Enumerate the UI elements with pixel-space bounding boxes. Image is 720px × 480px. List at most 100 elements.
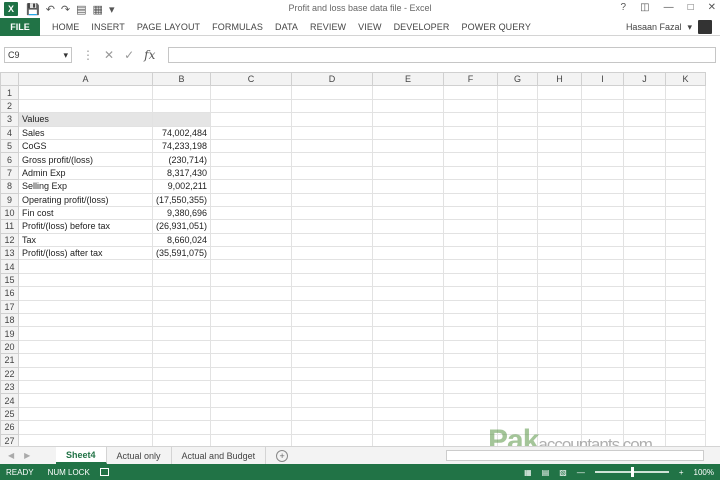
- cell[interactable]: [537, 152, 583, 167]
- tab-page-layout[interactable]: PAGE LAYOUT: [137, 22, 200, 32]
- tab-file[interactable]: FILE: [0, 17, 40, 36]
- cell[interactable]: [497, 85, 539, 100]
- cell-b[interactable]: [151, 112, 212, 127]
- cell[interactable]: [581, 406, 625, 422]
- cell[interactable]: [291, 299, 374, 315]
- cell[interactable]: [537, 98, 583, 114]
- cell[interactable]: [443, 259, 499, 274]
- tab-home[interactable]: HOME: [52, 22, 79, 32]
- row-header[interactable]: 20: [0, 339, 19, 355]
- cell[interactable]: [210, 112, 293, 127]
- cell[interactable]: [623, 165, 667, 181]
- cell-b[interactable]: 8,317,430: [151, 165, 212, 181]
- cell-a[interactable]: Profit/(loss) before tax: [18, 219, 153, 234]
- cell[interactable]: [537, 272, 583, 288]
- cell[interactable]: [291, 286, 374, 301]
- cell[interactable]: [291, 326, 374, 341]
- cell[interactable]: [665, 219, 707, 234]
- cell[interactable]: [581, 85, 625, 100]
- cell[interactable]: [497, 232, 539, 248]
- cell-a[interactable]: [18, 299, 153, 315]
- cell[interactable]: [623, 85, 667, 100]
- row-header[interactable]: 13: [0, 246, 19, 261]
- cancel-icon[interactable]: ✕: [104, 48, 114, 62]
- column-header[interactable]: E: [372, 72, 445, 87]
- zoom-slider[interactable]: [594, 467, 669, 477]
- row-header[interactable]: 19: [0, 326, 19, 341]
- cell[interactable]: [372, 272, 445, 288]
- cell[interactable]: [537, 85, 583, 100]
- cell[interactable]: [665, 272, 707, 288]
- cell[interactable]: [210, 366, 293, 381]
- cell[interactable]: [443, 112, 499, 127]
- cell[interactable]: [372, 165, 445, 181]
- row-header[interactable]: 9: [0, 192, 19, 207]
- cell[interactable]: [497, 366, 539, 381]
- cell[interactable]: [372, 219, 445, 234]
- cell[interactable]: [443, 165, 499, 181]
- cell[interactable]: [537, 259, 583, 274]
- tab-developer[interactable]: DEVELOPER: [394, 22, 450, 32]
- cell[interactable]: [497, 125, 539, 140]
- cell[interactable]: [497, 152, 539, 167]
- cell[interactable]: [443, 353, 499, 368]
- cell[interactable]: [372, 246, 445, 261]
- cell[interactable]: [210, 353, 293, 368]
- cell[interactable]: [443, 299, 499, 315]
- formula-input[interactable]: [168, 47, 716, 63]
- cell[interactable]: [443, 152, 499, 167]
- cell[interactable]: [210, 326, 293, 341]
- cell[interactable]: [443, 406, 499, 422]
- cell[interactable]: [372, 406, 445, 422]
- column-header[interactable]: I: [581, 72, 625, 87]
- cell-b[interactable]: [151, 406, 212, 422]
- cell[interactable]: [537, 205, 583, 221]
- cell-a[interactable]: Tax: [18, 232, 153, 248]
- cell-a[interactable]: [18, 366, 153, 381]
- cell[interactable]: [623, 125, 667, 140]
- cell-a[interactable]: [18, 98, 153, 114]
- cell-b[interactable]: 74,233,198: [151, 138, 212, 154]
- cell[interactable]: [372, 393, 445, 408]
- cell-a[interactable]: [18, 420, 153, 435]
- cell[interactable]: [497, 259, 539, 274]
- cell[interactable]: [537, 299, 583, 315]
- cell[interactable]: [665, 406, 707, 422]
- zoom-level[interactable]: 100%: [694, 468, 714, 477]
- cell[interactable]: [210, 219, 293, 234]
- cell[interactable]: [623, 353, 667, 368]
- cell[interactable]: [623, 259, 667, 274]
- cell[interactable]: [291, 406, 374, 422]
- cell[interactable]: [623, 98, 667, 114]
- column-header[interactable]: K: [665, 72, 707, 87]
- cell[interactable]: [210, 152, 293, 167]
- cell[interactable]: [665, 433, 707, 446]
- cell[interactable]: [581, 219, 625, 234]
- cell[interactable]: [581, 379, 625, 395]
- cell[interactable]: [443, 138, 499, 154]
- cell[interactable]: [665, 165, 707, 181]
- row-header[interactable]: 4: [0, 125, 19, 140]
- cell[interactable]: [291, 152, 374, 167]
- cell[interactable]: [210, 125, 293, 140]
- cell[interactable]: [623, 246, 667, 261]
- cell[interactable]: [537, 339, 583, 355]
- cell[interactable]: [537, 179, 583, 194]
- cell[interactable]: [372, 353, 445, 368]
- cell[interactable]: [372, 299, 445, 315]
- minimize-icon[interactable]: —: [664, 2, 674, 13]
- cell[interactable]: [291, 259, 374, 274]
- cell-a[interactable]: [18, 286, 153, 301]
- cell[interactable]: [665, 393, 707, 408]
- cell-a[interactable]: [18, 379, 153, 395]
- zoom-out-icon[interactable]: —: [577, 468, 585, 477]
- undo-icon[interactable]: ↶: [46, 3, 55, 16]
- cell[interactable]: [291, 138, 374, 154]
- cell[interactable]: [372, 313, 445, 328]
- cell[interactable]: [443, 192, 499, 207]
- cell[interactable]: [665, 259, 707, 274]
- cell[interactable]: [665, 286, 707, 301]
- save-icon[interactable]: 💾: [26, 3, 40, 16]
- macro-record-icon[interactable]: [99, 468, 109, 476]
- cell-b[interactable]: 9,380,696: [151, 205, 212, 221]
